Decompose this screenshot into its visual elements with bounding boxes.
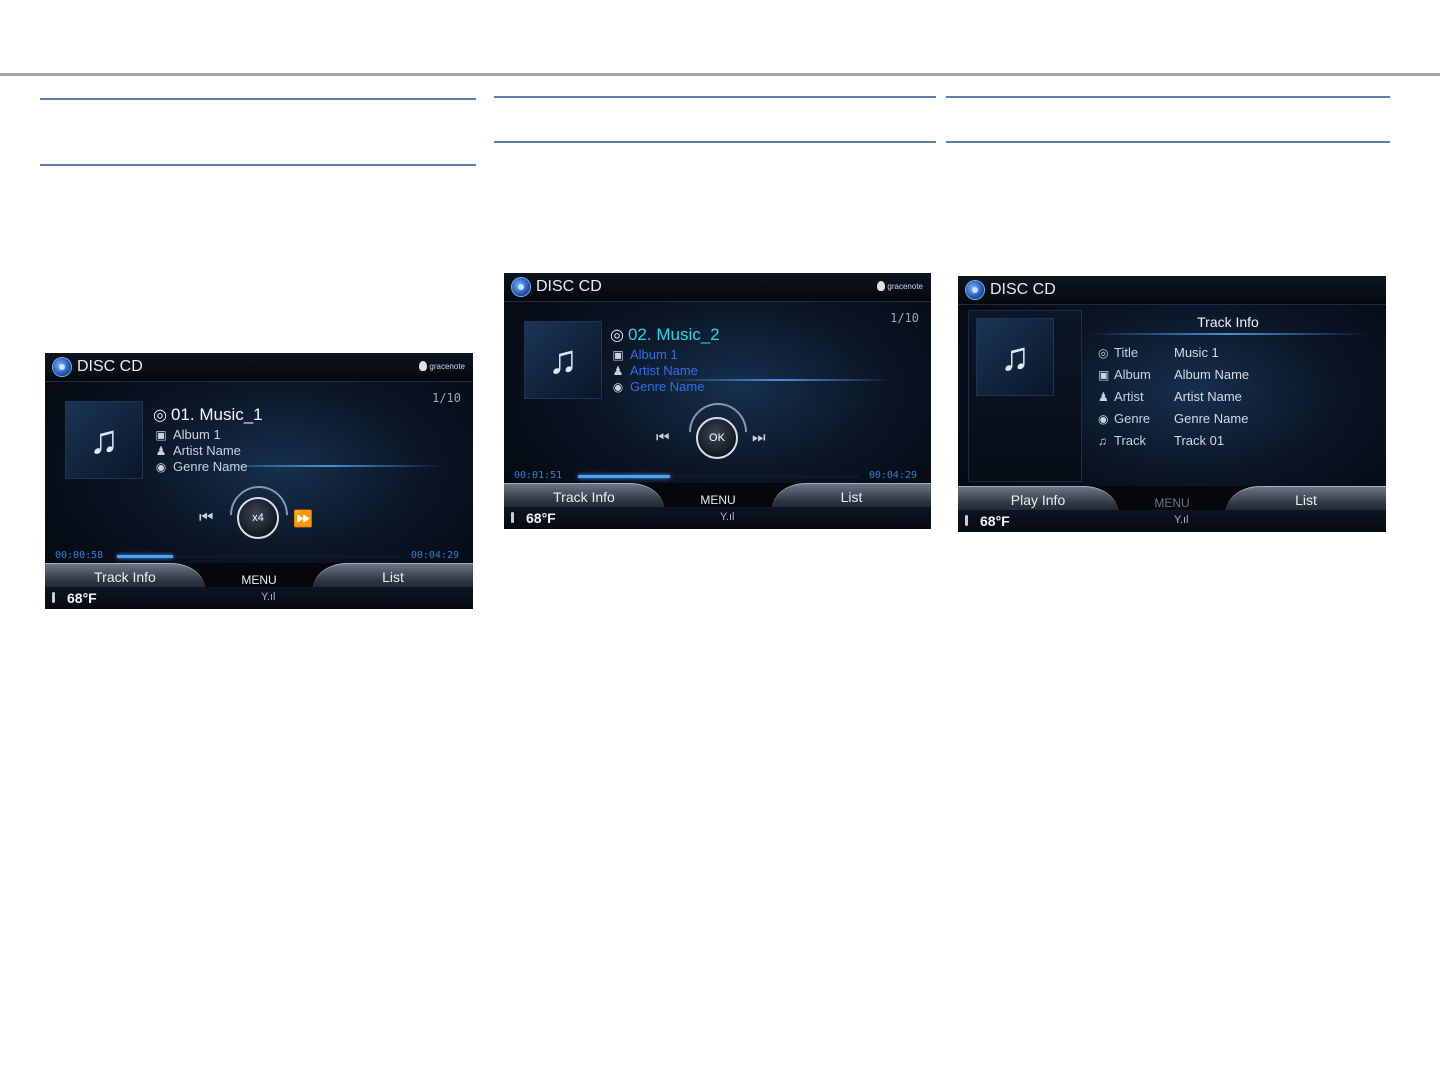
previous-track-icon[interactable]: ⏮ bbox=[199, 509, 213, 527]
temperature-readout: 68°F bbox=[67, 590, 97, 606]
column3-bottom-rule bbox=[946, 141, 1390, 143]
genre-icon: ◉ bbox=[612, 380, 624, 394]
total-time: 00:04:29 bbox=[868, 470, 917, 481]
progress-bar[interactable] bbox=[117, 555, 399, 558]
track-info-heading: Track Info bbox=[1197, 314, 1259, 330]
artist-icon: ♟ bbox=[155, 444, 167, 458]
column3-top-rule bbox=[946, 96, 1390, 98]
column2-top-rule bbox=[494, 96, 936, 98]
thermometer-icon bbox=[52, 592, 55, 603]
genre-row: ◉Genre Name bbox=[612, 379, 705, 394]
album-art-music-note-icon: ♫ bbox=[524, 321, 602, 399]
track-counter: 1/10 bbox=[890, 311, 919, 325]
gracenote-logo: gracenote bbox=[419, 361, 465, 371]
screen-title: DISC CD bbox=[536, 278, 602, 295]
screen-header: DISC CD gracenote bbox=[45, 353, 473, 382]
decorative-glow-line bbox=[205, 465, 445, 467]
total-time: 00:04:29 bbox=[410, 550, 459, 561]
info-row-artist: ♟ Artist Artist Name bbox=[1098, 389, 1242, 404]
disc-title-icon: ◎ bbox=[610, 327, 624, 344]
track-title: ◎ 01. Music_1 bbox=[153, 405, 263, 424]
disc-icon bbox=[512, 278, 530, 296]
screen-header: DISC CD bbox=[958, 276, 1386, 305]
signal-strength-icon: Y.ıl bbox=[261, 591, 276, 603]
track-title: ◎ 02. Music_2 bbox=[610, 325, 720, 344]
info-row-genre: ◉ Genre Genre Name bbox=[1098, 411, 1249, 426]
screen-title: DISC CD bbox=[990, 281, 1056, 298]
album-art-music-note-icon: ♫ bbox=[976, 318, 1054, 396]
progress-fill bbox=[578, 475, 671, 478]
screen-header: DISC CD gracenote bbox=[504, 273, 931, 302]
column1-bottom-rule bbox=[40, 164, 476, 166]
artist-row: ♟ Artist Name bbox=[155, 443, 241, 458]
thermometer-icon bbox=[511, 512, 514, 523]
screen-title: DISC CD bbox=[77, 358, 143, 375]
disc-icon bbox=[966, 281, 984, 299]
temperature-readout: 68°F bbox=[526, 510, 556, 526]
progress-fill bbox=[117, 555, 174, 558]
album-icon: ▣ bbox=[612, 348, 624, 362]
status-bar: 68°F Y.ıl bbox=[504, 507, 931, 529]
disc-cd-screen-1: DISC CD gracenote 1/10 ♫ ◎ 01. Music_1 ▣ A… bbox=[45, 353, 473, 609]
disc-title-icon: ◎ bbox=[153, 407, 167, 424]
disc-cd-screen-2: DISC CD gracenote 1/10 ♫ ◎ 02. Music_2 ▣ A… bbox=[504, 273, 931, 529]
info-row-title: ◎ Title Music 1 bbox=[1098, 345, 1219, 360]
heading-underline bbox=[1088, 333, 1368, 335]
page-top-rule bbox=[0, 73, 1440, 76]
signal-strength-icon: Y.ıl bbox=[720, 511, 735, 523]
disc-title-icon: ◎ bbox=[1098, 346, 1109, 360]
album-art-music-note-icon: ♫ bbox=[65, 401, 143, 479]
album-icon: ▣ bbox=[155, 428, 167, 442]
artist-icon: ♟ bbox=[612, 364, 624, 378]
elapsed-time: 00:01:51 bbox=[514, 470, 563, 481]
elapsed-time: 00:00:58 bbox=[55, 550, 104, 561]
info-row-track: ♫ Track Track 01 bbox=[1098, 433, 1225, 448]
artist-icon: ♟ bbox=[1098, 390, 1109, 404]
genre-icon: ◉ bbox=[1098, 412, 1109, 426]
progress-bar[interactable] bbox=[578, 475, 858, 478]
signal-strength-icon: Y.ıl bbox=[1174, 514, 1189, 526]
status-bar: 68°F Y.ıl bbox=[45, 587, 473, 609]
genre-icon: ◉ bbox=[155, 460, 167, 474]
column1-top-rule bbox=[40, 98, 476, 100]
music-note-icon: ♫ bbox=[1098, 434, 1107, 448]
status-bar: 68°F Y.ıl bbox=[958, 510, 1386, 532]
info-row-album: ▣ Album Album Name bbox=[1098, 367, 1250, 382]
next-track-icon[interactable]: ⏭ bbox=[752, 429, 766, 446]
gracenote-logo: gracenote bbox=[877, 281, 923, 291]
thermometer-icon bbox=[965, 515, 968, 526]
track-counter: 1/10 bbox=[432, 391, 461, 405]
center-knob-button[interactable]: x4 bbox=[237, 497, 279, 539]
ok-button[interactable]: OK bbox=[696, 417, 738, 459]
album-row: ▣ Album 1 bbox=[612, 347, 678, 362]
previous-track-icon[interactable]: ⏮ bbox=[656, 429, 670, 446]
album-icon: ▣ bbox=[1098, 368, 1110, 382]
track-info-screen: DISC CD ♫ Track Info ◎ Title Music 1 ▣ Albu… bbox=[958, 276, 1386, 532]
album-row: ▣ Album 1 bbox=[155, 427, 221, 442]
temperature-readout: 68°F bbox=[980, 513, 1010, 529]
disc-icon bbox=[53, 358, 71, 376]
artist-row: ♟ Artist Name bbox=[612, 363, 698, 378]
decorative-glow-line bbox=[664, 379, 894, 381]
fast-forward-icon[interactable]: ⏩ bbox=[293, 509, 313, 529]
column2-bottom-rule bbox=[494, 141, 936, 143]
